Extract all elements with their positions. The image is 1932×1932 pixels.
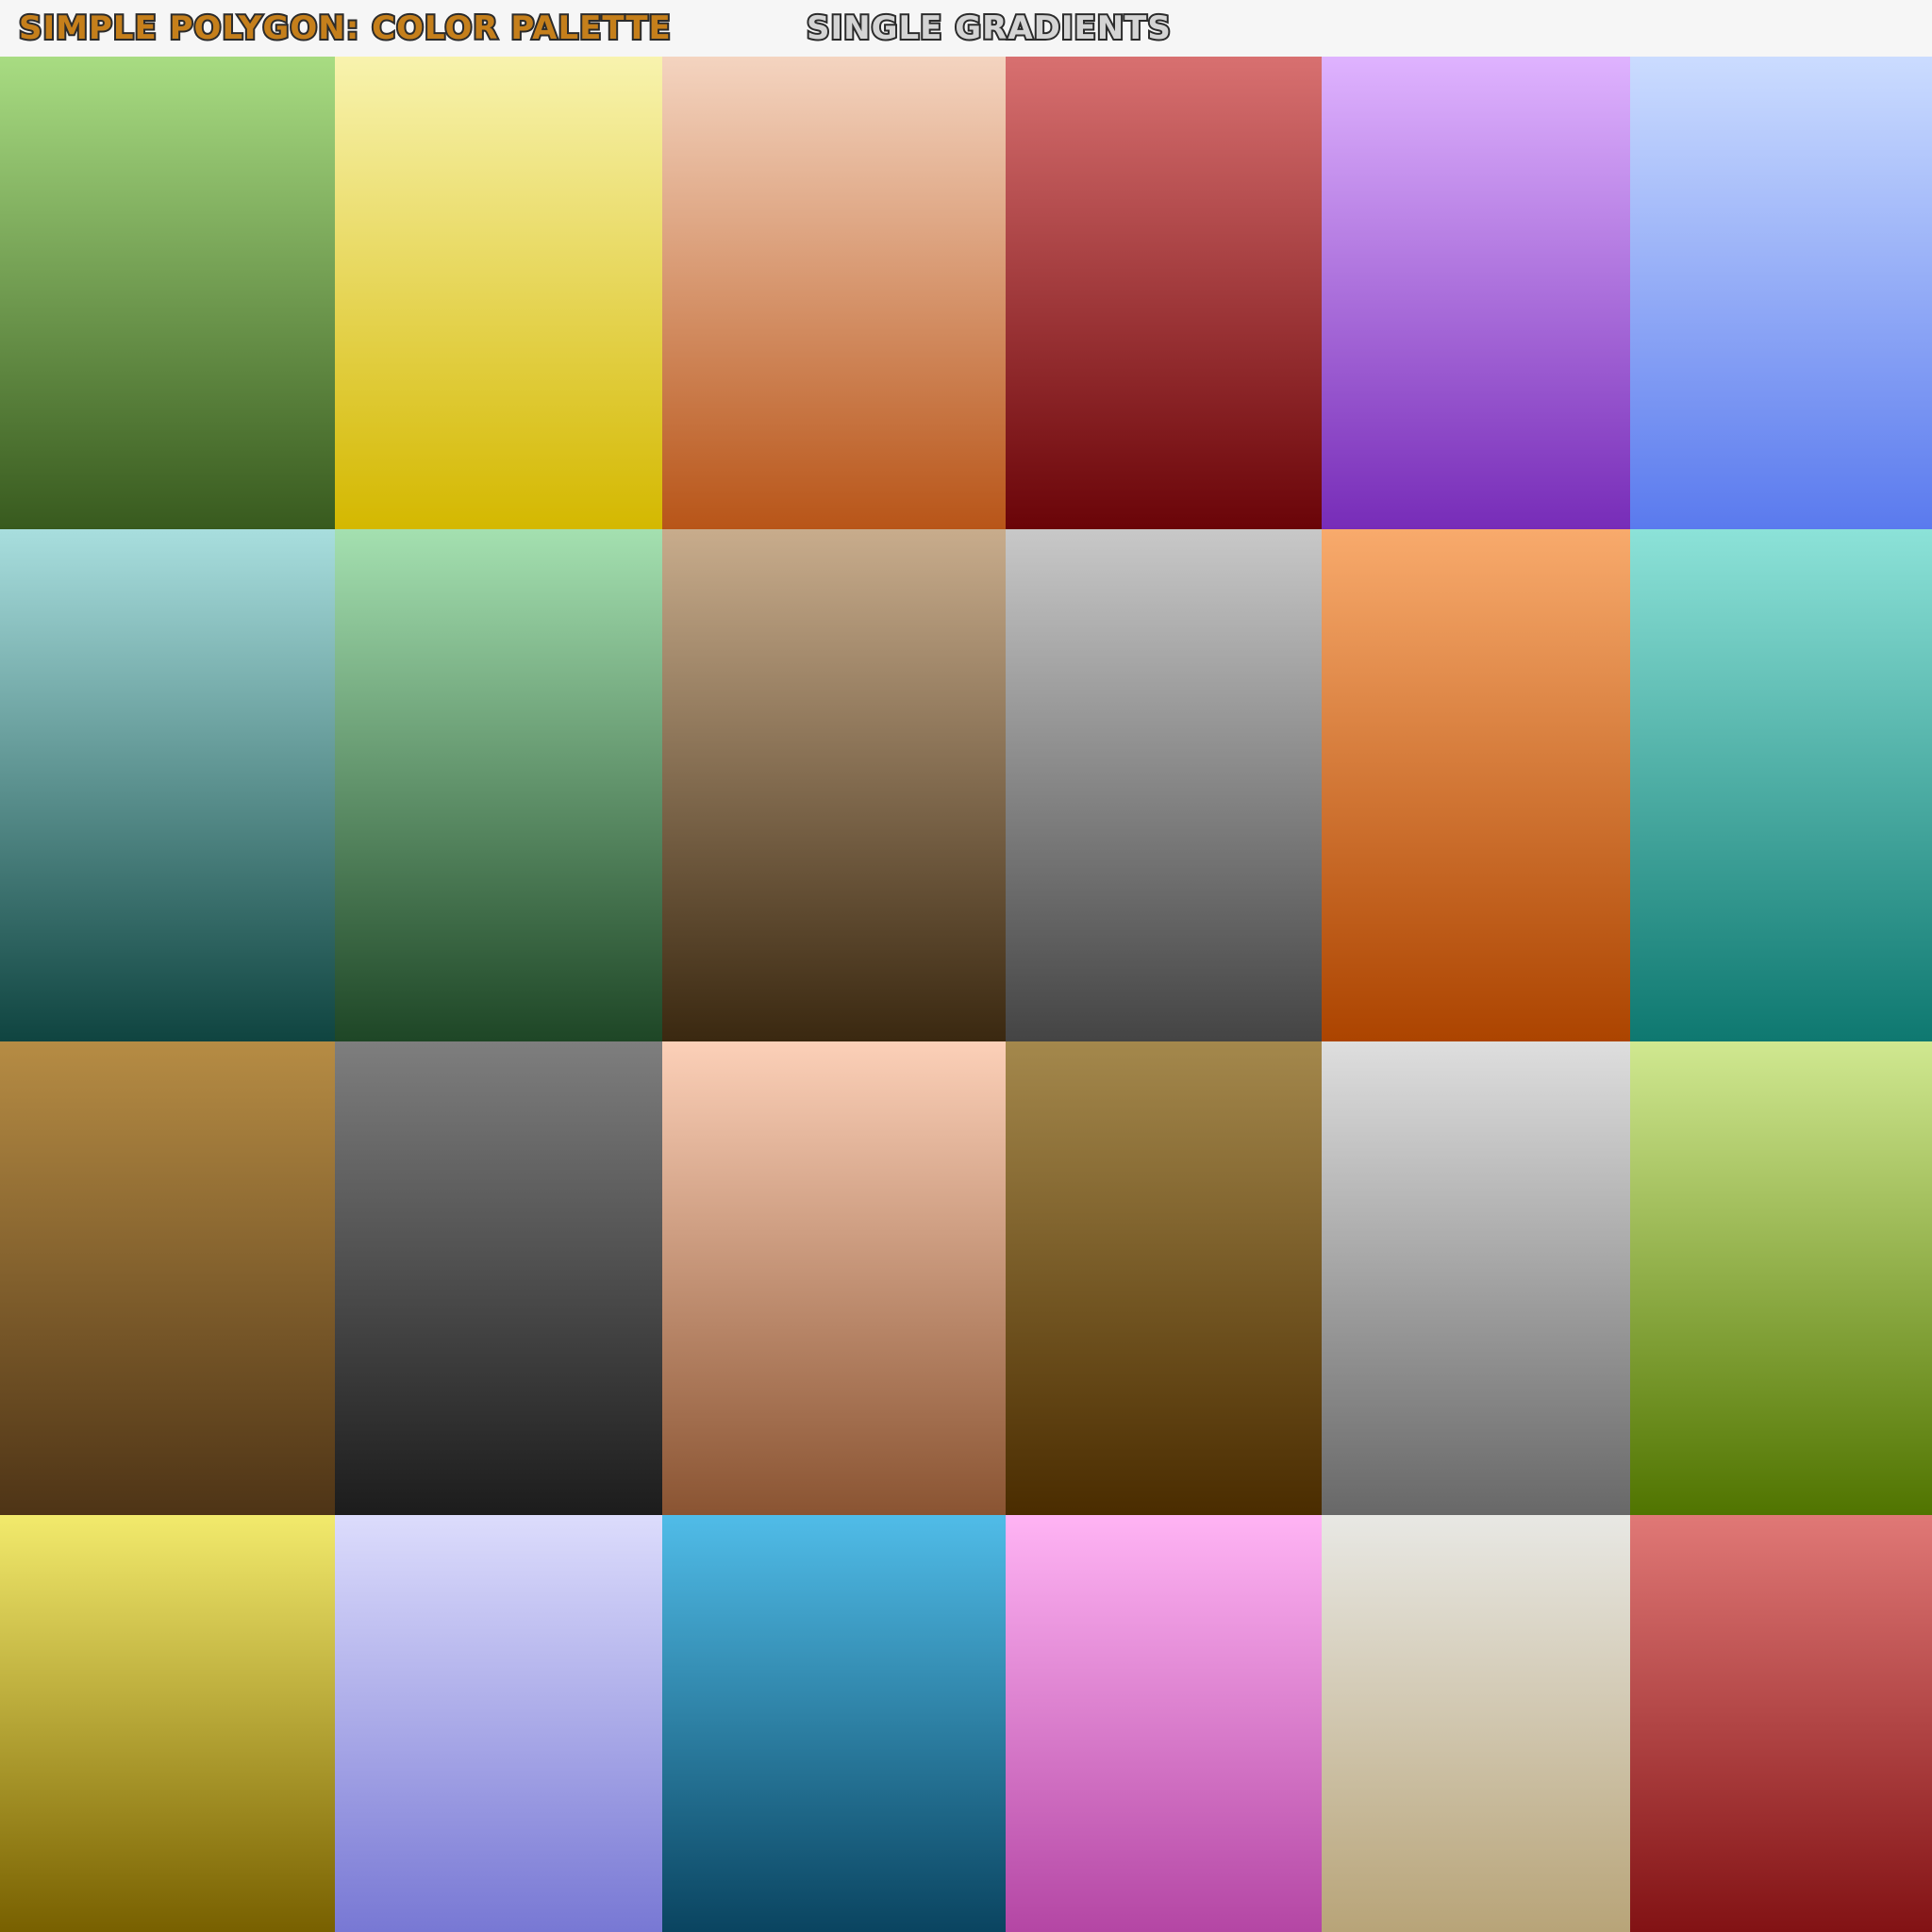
swatch-brown[interactable]: [662, 529, 1006, 1041]
swatch-gray[interactable]: [1006, 529, 1322, 1041]
swatch-dark-gray[interactable]: [335, 1041, 662, 1515]
swatch-mustard[interactable]: [0, 1515, 335, 1932]
swatch-peach-orange[interactable]: [662, 57, 1006, 529]
swatch-green[interactable]: [0, 57, 335, 529]
swatch-yellow[interactable]: [335, 57, 662, 529]
gradient-swatch-grid: [0, 57, 1932, 1932]
swatch-ochre[interactable]: [0, 1041, 335, 1515]
swatch-beige[interactable]: [1322, 1515, 1630, 1932]
swatch-light-gray[interactable]: [1322, 1041, 1630, 1515]
swatch-orange[interactable]: [1322, 529, 1630, 1041]
swatch-skin[interactable]: [662, 1041, 1006, 1515]
swatch-teal-gray[interactable]: [0, 529, 335, 1041]
app-title: SIMPLE POLYGON: COLOR PALETTE: [17, 8, 673, 49]
swatch-red[interactable]: [1006, 57, 1322, 529]
swatch-purple[interactable]: [1322, 57, 1630, 529]
swatch-sky-blue[interactable]: [662, 1515, 1006, 1932]
swatch-coral-red[interactable]: [1630, 1515, 1932, 1932]
swatch-blue[interactable]: [1630, 57, 1932, 529]
swatch-lavender[interactable]: [335, 1515, 662, 1932]
swatch-lime-green[interactable]: [1630, 1041, 1932, 1515]
header-bar: SIMPLE POLYGON: COLOR PALETTE SINGLE GRA…: [0, 0, 1932, 57]
swatch-teal[interactable]: [1630, 529, 1932, 1041]
swatch-sage-green[interactable]: [335, 529, 662, 1041]
swatch-pink[interactable]: [1006, 1515, 1322, 1932]
swatch-olive-brown[interactable]: [1006, 1041, 1322, 1515]
section-title: SINGLE GRADIENTS: [805, 8, 1173, 49]
